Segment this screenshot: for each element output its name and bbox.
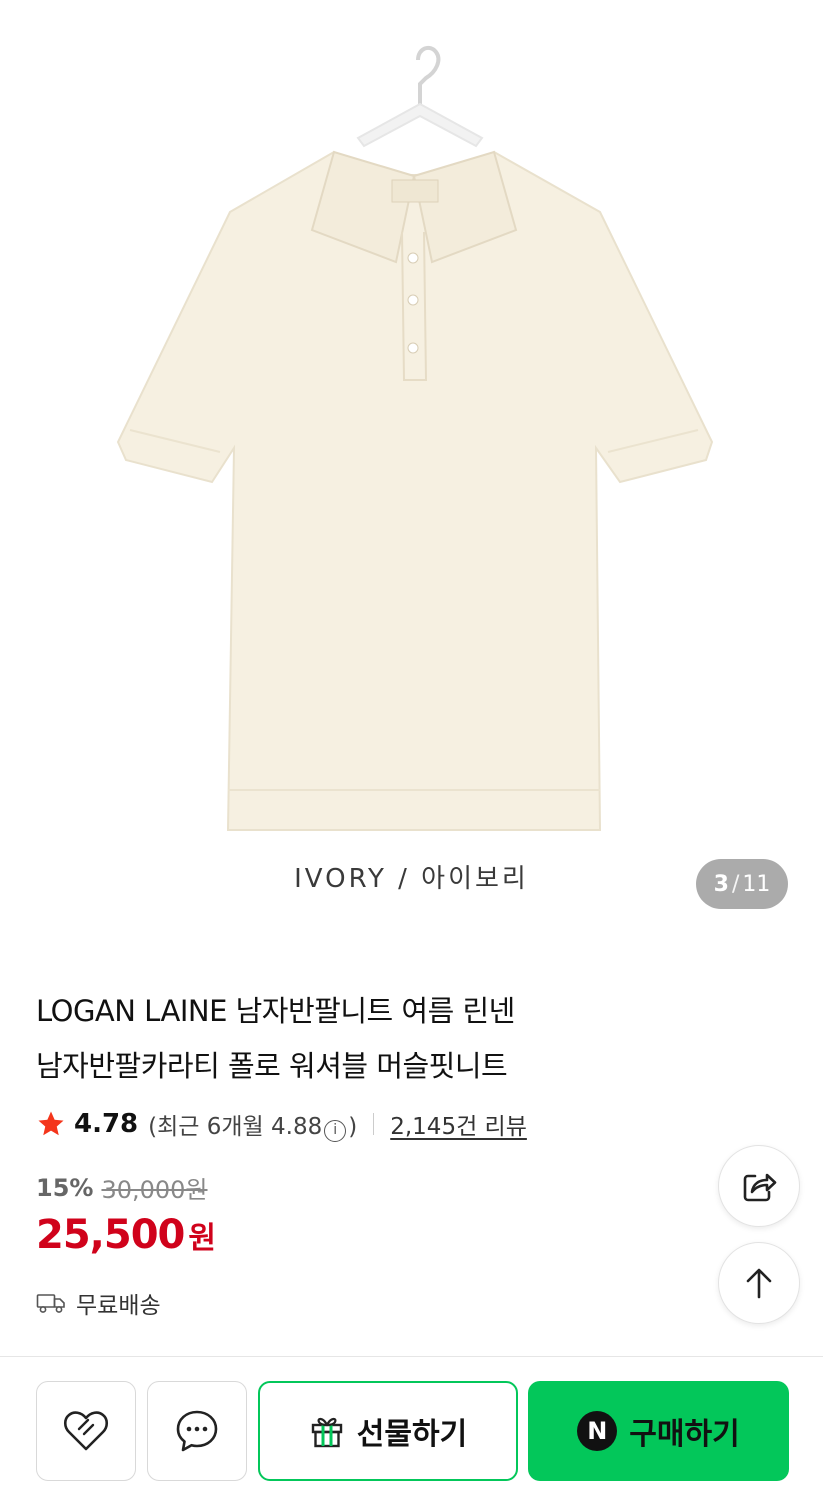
product-image-gallery[interactable]: IVORY / 아이보리 3/11 <box>0 0 823 950</box>
discount-row: 15% 30,000원 <box>36 1170 208 1205</box>
truck-icon <box>36 1294 65 1313</box>
currency-label: 원 <box>188 1221 216 1256</box>
product-title-line1: LOGAN LAINE 남자반팔니트 여름 린넨 <box>36 994 515 1028</box>
buy-button[interactable]: N 구매하기 <box>528 1381 789 1481</box>
star-icon <box>38 1111 64 1136</box>
original-price: 30,000원 <box>101 1176 208 1204</box>
bottom-action-bar: 선물하기 N 구매하기 <box>0 1356 823 1500</box>
product-title: LOGAN LAINE 남자반팔니트 여름 린넨 남자반팔카라티 폴로 워셔블 … <box>36 984 756 1094</box>
recent-rating: (최근 6개월 4.88 i) <box>148 1107 357 1142</box>
sale-price: 25,500 <box>36 1212 185 1258</box>
gift-button[interactable]: 선물하기 <box>258 1381 518 1481</box>
recent-rating-suffix: ) <box>348 1113 358 1140</box>
naver-n-icon: N <box>577 1411 618 1451</box>
counter-separator: / <box>731 871 740 897</box>
arrow-up-icon <box>746 1268 772 1299</box>
discount-rate: 15% <box>36 1173 94 1202</box>
counter-total: 11 <box>742 871 771 897</box>
share-button[interactable] <box>718 1145 800 1227</box>
shipping-info: 무료배송 <box>36 1286 161 1320</box>
gift-label: 선물하기 <box>356 1417 468 1452</box>
share-icon <box>743 1173 777 1202</box>
chat-bubble-icon <box>176 1410 218 1452</box>
buy-label: 구매하기 <box>629 1417 740 1452</box>
gift-box-icon <box>311 1417 342 1448</box>
heart-outline-icon <box>63 1411 109 1451</box>
reviews-link[interactable]: 2,145건 리뷰 <box>390 1107 527 1141</box>
image-counter: 3/11 <box>696 859 788 909</box>
product-photo <box>116 45 714 831</box>
chat-button[interactable] <box>147 1381 247 1481</box>
rating-row: 4.78 (최근 6개월 4.88 i) 2,145건 리뷰 <box>36 1104 527 1144</box>
wishlist-button[interactable] <box>36 1381 136 1481</box>
scroll-top-button[interactable] <box>718 1242 800 1324</box>
counter-current: 3 <box>713 871 729 897</box>
shipping-label: 무료배송 <box>76 1293 161 1319</box>
rating-divider <box>373 1113 375 1135</box>
info-icon[interactable]: i <box>324 1119 347 1142</box>
rating-score: 4.78 <box>74 1109 139 1139</box>
product-title-line2: 남자반팔카라티 폴로 워셔블 머슬핏니트 <box>36 1049 508 1083</box>
recent-rating-prefix: (최근 6개월 4.88 <box>148 1113 323 1140</box>
sale-price-row: 25,500 원 <box>36 1212 216 1258</box>
